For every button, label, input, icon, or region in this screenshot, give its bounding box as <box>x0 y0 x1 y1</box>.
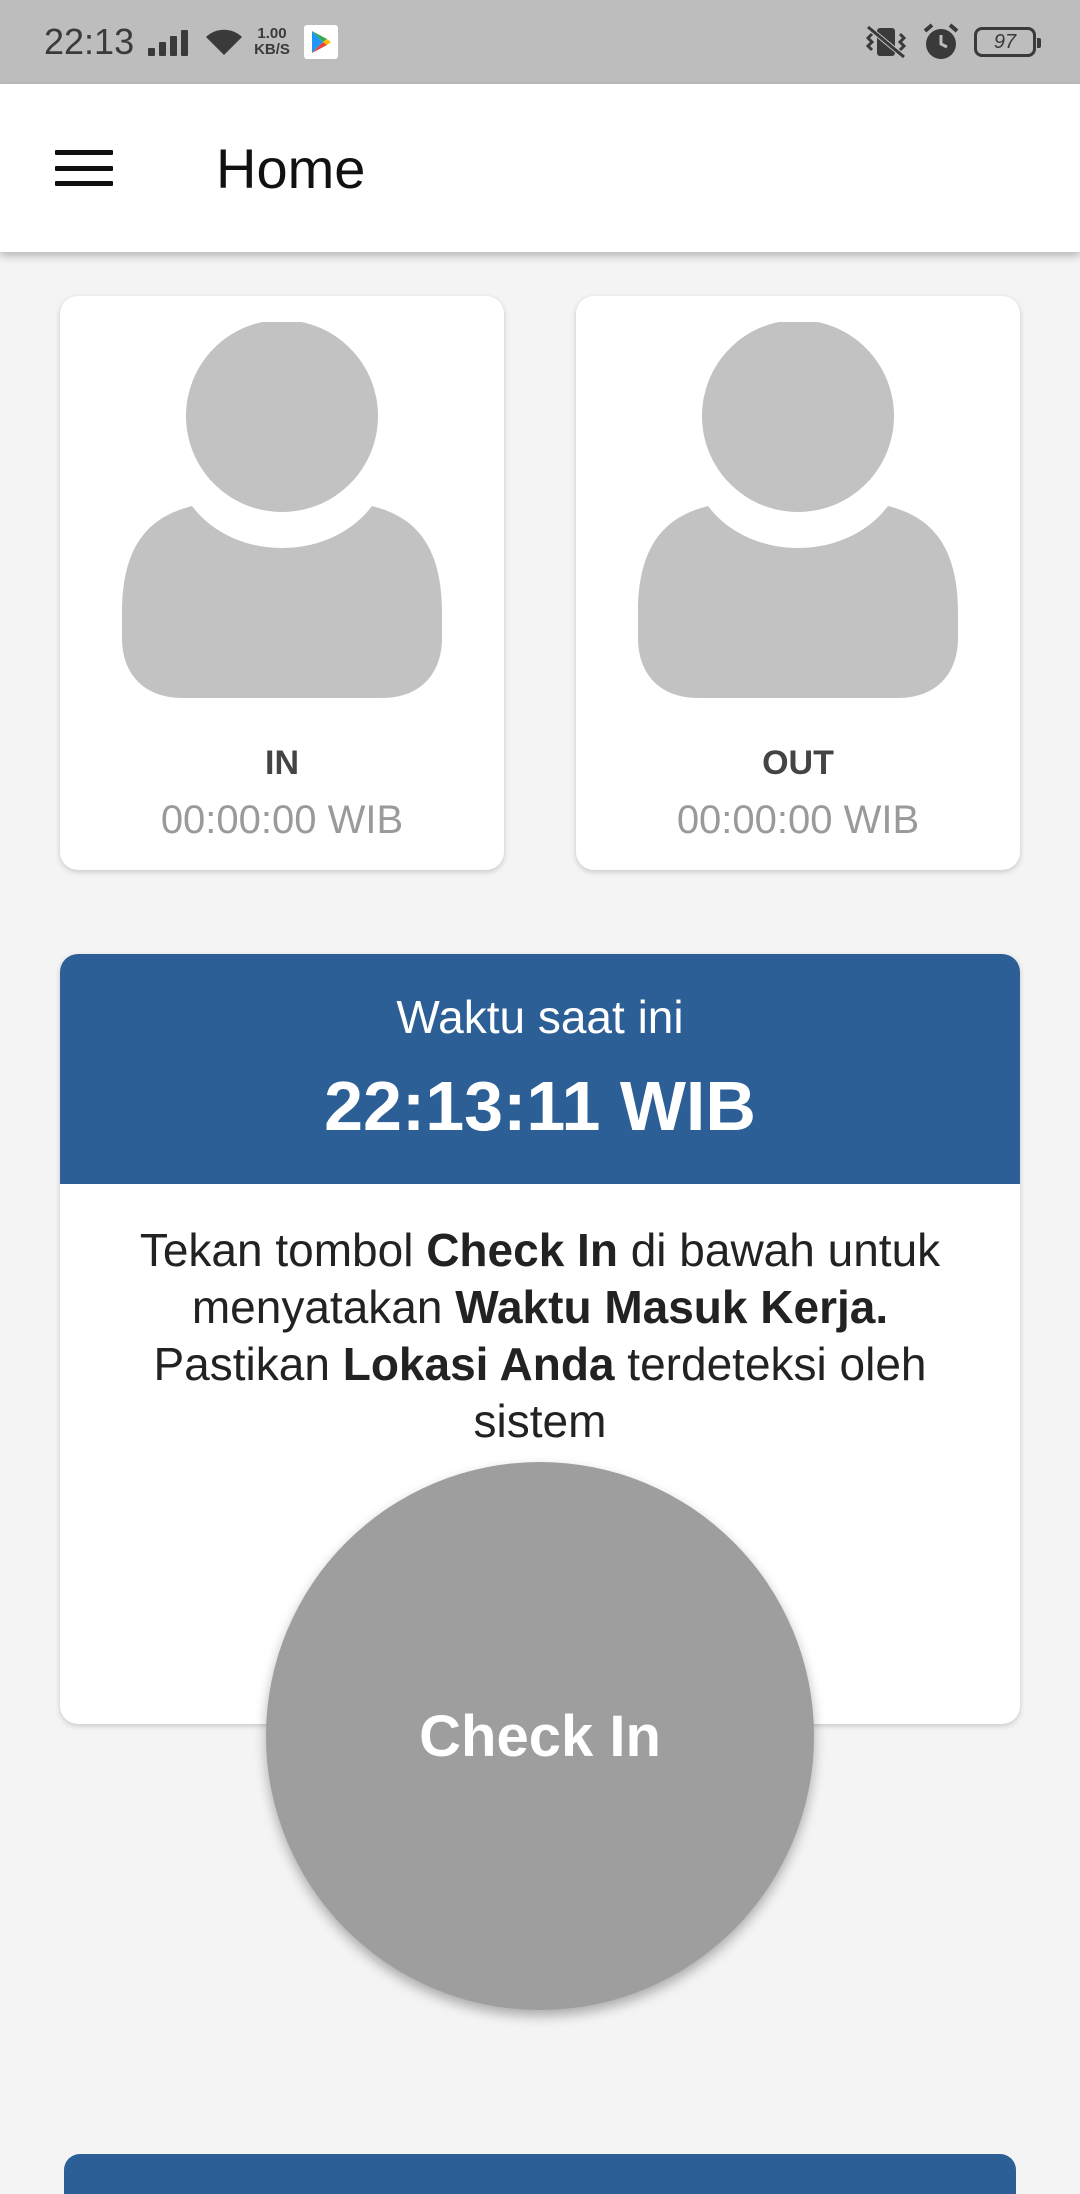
page-title: Home <box>216 136 366 200</box>
play-store-icon <box>303 25 338 59</box>
avatar-placeholder-icon <box>638 322 958 698</box>
check-in-label: IN <box>265 744 299 782</box>
instruction-bold-work-time: Waktu Masuk Kerja. <box>455 1281 889 1333</box>
check-out-photo-card: OUT 00:00:00 WIB <box>576 296 1020 870</box>
instruction-bold-check-in: Check In <box>426 1224 618 1276</box>
current-time-value: 22:13:11 WIB <box>324 1067 756 1145</box>
signal-icon <box>148 28 189 56</box>
status-bar: 22:13 1.00 KB/S 97 <box>0 0 1080 84</box>
check-out-time: 00:00:00 WIB <box>676 798 920 842</box>
wifi-icon <box>206 29 243 55</box>
instruction-bold-location: Lokasi Anda <box>342 1338 615 1390</box>
status-bar-right: 97 <box>850 23 1041 61</box>
check-out-label: OUT <box>762 744 834 782</box>
battery-level: 97 <box>993 30 1017 53</box>
avatar-placeholder-icon <box>122 322 442 698</box>
current-time-caption: Waktu saat ini <box>396 991 684 1043</box>
battery-icon: 97 <box>974 27 1041 57</box>
network-speed: 1.00 KB/S <box>254 26 290 58</box>
hamburger-menu-icon[interactable] <box>52 144 116 192</box>
check-in-button-label: Check In <box>419 1703 661 1769</box>
network-speed-value: 1.00 <box>257 25 287 42</box>
next-card-header <box>64 2154 1016 2194</box>
app-bar: Home <box>0 84 1080 252</box>
check-in-instruction: Tekan tombol Check In di bawah untuk men… <box>100 1222 980 1450</box>
status-time: 22:13 <box>44 21 135 62</box>
network-speed-unit: KB/S <box>254 41 290 58</box>
check-in-time: 00:00:00 WIB <box>160 798 404 842</box>
status-bar-left: 22:13 1.00 KB/S <box>44 21 338 63</box>
instruction-text: Pastikan <box>153 1338 343 1390</box>
alarm-icon <box>923 23 959 59</box>
check-in-button[interactable]: Check In <box>266 1462 814 2010</box>
check-in-photo-card: IN 00:00:00 WIB <box>60 296 504 870</box>
vibrate-icon <box>865 25 907 59</box>
current-time-header: Waktu saat ini 22:13:11 WIB <box>60 954 1020 1184</box>
instruction-text: Tekan tombol <box>139 1224 427 1276</box>
